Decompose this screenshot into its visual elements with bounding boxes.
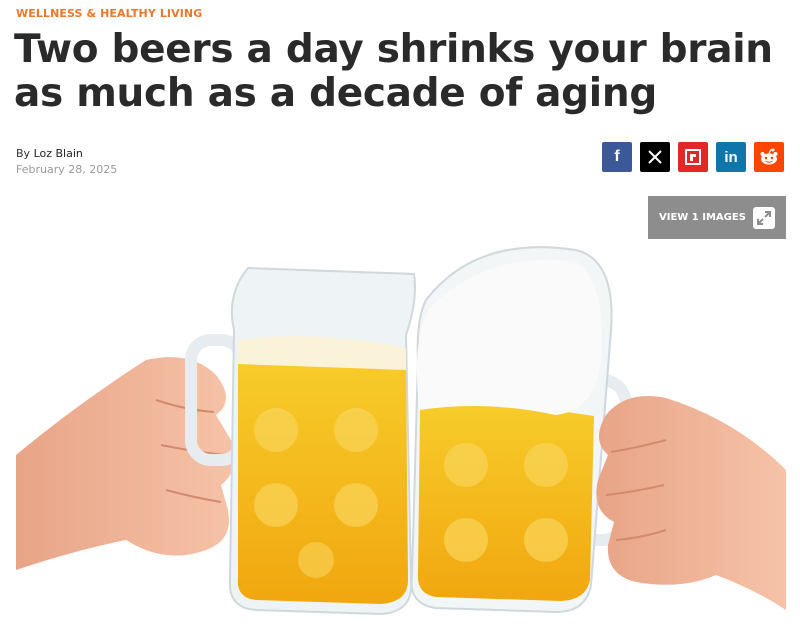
byline: By Loz Blain [16, 147, 83, 160]
facebook-icon: f [614, 148, 620, 165]
share-facebook-button[interactable]: f [602, 142, 632, 172]
flipboard-icon [685, 149, 701, 165]
share-linkedin-button[interactable]: in [716, 142, 746, 172]
hero-image [16, 240, 786, 631]
expand-icon [753, 206, 775, 229]
reddit-icon [760, 148, 778, 165]
category-link[interactable]: WELLNESS & HEALTHY LIVING [16, 7, 202, 20]
share-bar: f in [602, 142, 784, 172]
byline-prefix: By [16, 147, 34, 160]
article-headline: Two beers a day shrinks your brain as mu… [14, 27, 773, 116]
author-link[interactable]: Loz Blain [34, 147, 83, 160]
linkedin-icon: in [724, 148, 738, 166]
share-flipboard-button[interactable] [678, 142, 708, 172]
share-x-button[interactable] [640, 142, 670, 172]
x-icon [648, 150, 662, 164]
share-reddit-button[interactable] [754, 142, 784, 172]
right-mug [410, 246, 632, 614]
view-images-label: VIEW 1 IMAGES [659, 212, 746, 223]
publish-date: February 28, 2025 [16, 163, 118, 176]
view-images-button[interactable]: VIEW 1 IMAGES [648, 196, 786, 239]
